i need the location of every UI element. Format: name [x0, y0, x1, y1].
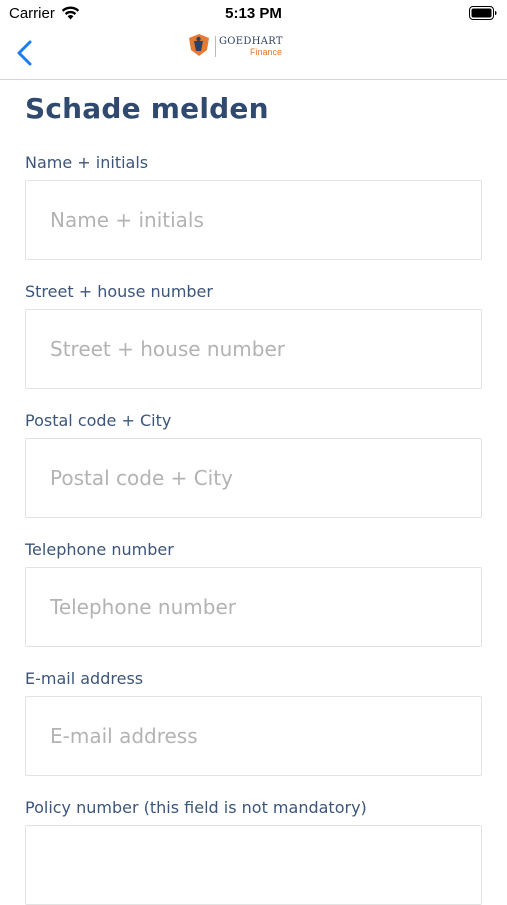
email-field-label: E-mail address [25, 669, 144, 688]
policy-field-label: Policy number (this field is not mandato… [25, 798, 367, 817]
street-input[interactable] [25, 309, 482, 389]
goedhart-logo: GOEDHART Finance [186, 32, 296, 62]
telephone-field-group: Telephone number [25, 540, 482, 647]
form-container: Schade melden Name + initials Street + h… [25, 90, 482, 905]
logo-mark-icon [189, 34, 209, 56]
policy-number-input[interactable] [25, 825, 482, 905]
street-field-group: Street + house number [25, 282, 482, 389]
postal-field-label: Postal code + City [25, 411, 172, 430]
telephone-input[interactable] [25, 567, 482, 647]
status-bar: Carrier 5:13 PM [0, 0, 507, 28]
clock: 5:13 PM [225, 5, 282, 22]
postal-field-group: Postal code + City [25, 411, 482, 518]
name-input[interactable] [25, 180, 482, 260]
battery-icon [469, 6, 497, 20]
name-field-group: Name + initials [25, 153, 482, 260]
telephone-field-label: Telephone number [25, 540, 174, 559]
email-input[interactable] [25, 696, 482, 776]
chevron-left-icon [17, 40, 32, 66]
email-field-group: E-mail address [25, 669, 482, 776]
street-field-label: Street + house number [25, 282, 213, 301]
policy-field-group: Policy number (this field is not mandato… [25, 798, 482, 905]
name-field-label: Name + initials [25, 153, 149, 172]
logo-name: GOEDHART [219, 36, 283, 47]
navigation-bar: GOEDHART Finance [0, 28, 507, 80]
page-title: Schade melden [25, 92, 269, 125]
back-button[interactable] [14, 38, 38, 68]
logo-divider [215, 36, 216, 57]
postal-city-input[interactable] [25, 438, 482, 518]
logo-subtitle: Finance [250, 47, 283, 57]
